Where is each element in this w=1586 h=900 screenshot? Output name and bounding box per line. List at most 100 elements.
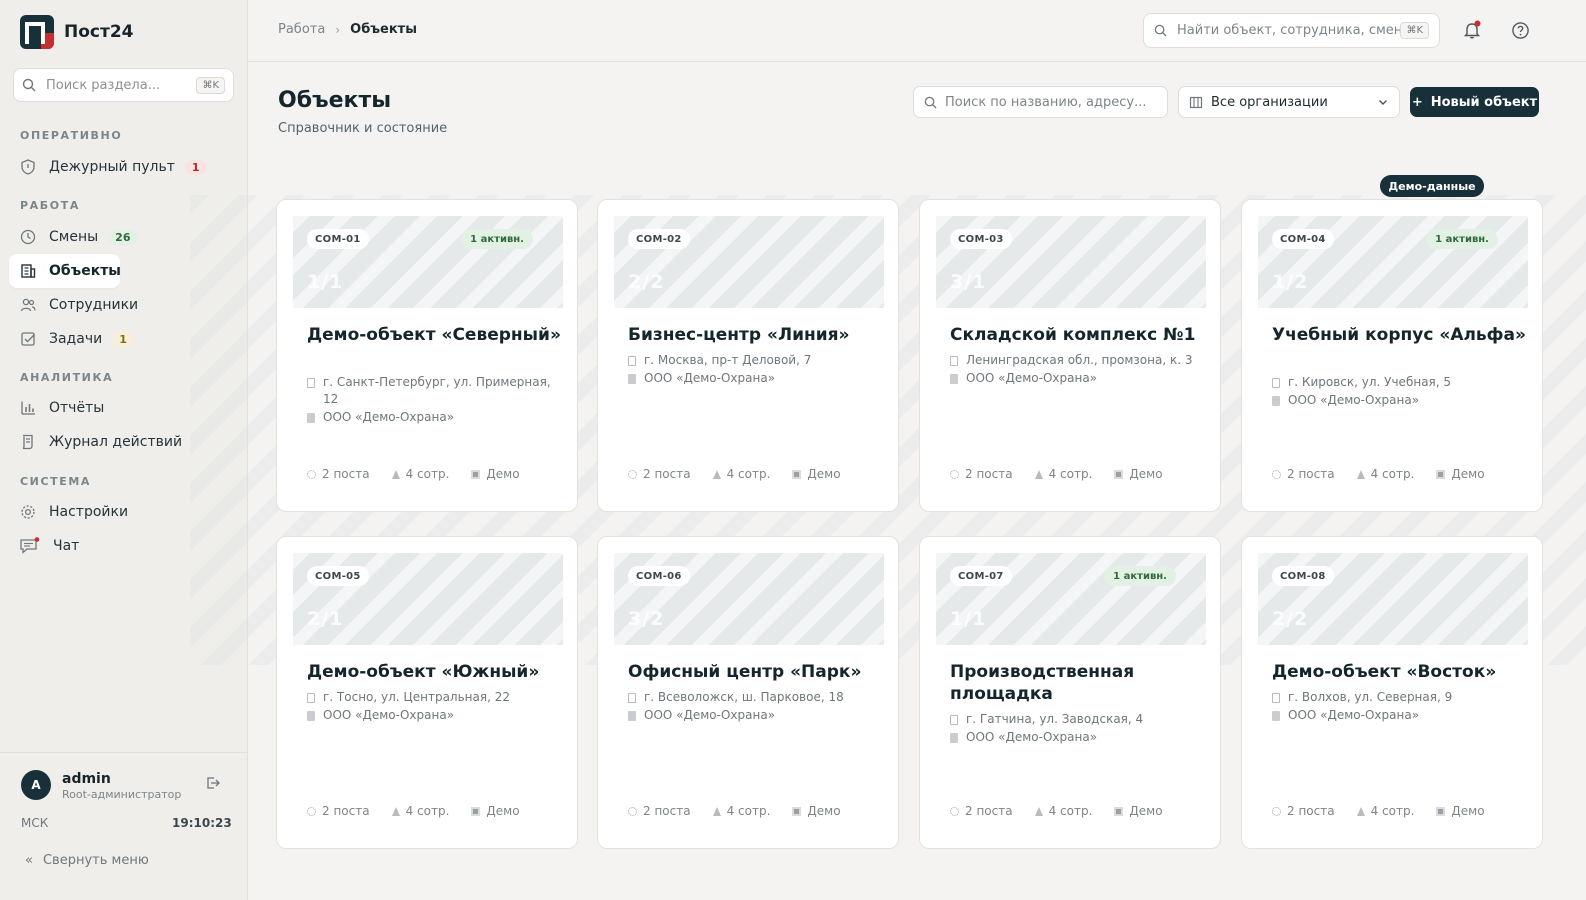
object-card[interactable]: COM-04 1 активн. 1/2 Учебный корпус «Аль… (1241, 199, 1543, 512)
object-address: г. Санкт-Петербург, ул. Примерная, 12 (307, 374, 569, 408)
sidebar-item-label: Дежурный пульт (49, 159, 175, 175)
search-icon (1154, 24, 1167, 37)
object-card[interactable]: COM-02 2/2 Бизнес-центр «Линия» г. Москв… (597, 199, 899, 512)
posts-count: 2 поста (950, 467, 1013, 481)
object-organization: ООО «Демо-Охрана» (307, 707, 569, 724)
object-address: г. Москва, пр-т Деловой, 7 (628, 352, 890, 369)
staff-count: 4 сотр. (391, 467, 449, 481)
person-icon (1356, 469, 1365, 479)
section-title-work: РАБОТА (20, 199, 80, 212)
object-card[interactable]: COM-08 2/2 Демо-объект «Восток» г. Волхо… (1241, 536, 1543, 849)
demo-tag: Демо (792, 804, 841, 818)
posts-count: 2 поста (1272, 467, 1335, 481)
brand[interactable]: Пост24 (20, 15, 134, 49)
object-code: COM-04 (1272, 229, 1334, 249)
organization-icon (307, 711, 315, 721)
object-title[interactable]: Складской комплекс №1 (950, 324, 1212, 346)
object-address: г. Тосно, ул. Центральная, 22 (307, 689, 569, 706)
posts-count: 2 поста (628, 467, 691, 481)
posts-ratio: 1/1 (307, 271, 344, 293)
tag-icon (792, 469, 802, 479)
object-title[interactable]: Учебный корпус «Альфа» (1272, 324, 1534, 346)
person-icon (712, 469, 721, 479)
staff-count: 4 сотр. (1034, 467, 1092, 481)
demo-tag: Демо (1436, 467, 1485, 481)
breadcrumb-work[interactable]: Работа (278, 22, 325, 37)
organization-icon (1272, 711, 1280, 721)
bell-icon[interactable] (1462, 20, 1482, 40)
sidebar-item-label: Журнал действий (49, 434, 183, 450)
building-icon (1189, 96, 1203, 109)
sidebar-search-input[interactable]: Поиск раздела... ⌘K (13, 68, 234, 102)
location-icon (1272, 693, 1280, 703)
bar-chart-icon (21, 401, 35, 415)
object-card[interactable]: COM-05 2/1 Демо-объект «Южный» г. Тосно,… (276, 536, 578, 849)
active-badge: 1 активн. (1426, 229, 1498, 249)
sidebar-item-label: Чат (53, 538, 80, 554)
search-icon (22, 78, 36, 92)
object-stats: 2 поста 4 сотр. Демо (1272, 804, 1485, 818)
demo-tag: Демо (1114, 467, 1163, 481)
object-card[interactable]: COM-06 3/2 Офисный центр «Парк» г. Всево… (597, 536, 899, 849)
sidebar-item-tasks[interactable]: Задачи 1 (9, 322, 209, 356)
object-title[interactable]: Бизнес-центр «Линия» (628, 324, 890, 346)
staff-count: 4 сотр. (1356, 804, 1414, 818)
object-title[interactable]: Демо-объект «Северный» (307, 324, 569, 346)
sidebar-item-chat[interactable]: Чат (9, 529, 209, 563)
demo-tag: Демо (471, 467, 520, 481)
sidebar-search-placeholder: Поиск раздела... (46, 77, 161, 93)
help-icon[interactable] (1511, 21, 1530, 40)
sidebar-item-duty-console[interactable]: Дежурный пульт 1 (9, 150, 209, 184)
object-address: Ленинградская обл., промзона, к. 3 (950, 352, 1212, 369)
posts-ratio: 3/1 (950, 271, 987, 293)
active-badge: 1 активн. (461, 229, 533, 249)
object-code: COM-08 (1272, 566, 1334, 586)
sidebar-item-objects[interactable]: Объекты (9, 254, 121, 288)
sidebar-item-label: Задачи (49, 331, 103, 347)
breadcrumb: Работа › Объекты (278, 22, 417, 37)
timezone-label: МСК (21, 816, 49, 830)
collapse-label: Свернуть меню (42, 853, 149, 868)
object-title[interactable]: Офисный центр «Парк» (628, 661, 890, 683)
object-card[interactable]: COM-03 3/1 Складской комплекс №1 Ленингр… (919, 199, 1221, 512)
object-code: COM-03 (950, 229, 1012, 249)
object-title[interactable]: Производственная площадка (950, 661, 1212, 705)
collapse-menu-button[interactable]: « Свернуть меню (25, 853, 149, 868)
object-stats: 2 поста 4 сотр. Демо (950, 467, 1163, 481)
object-address: г. Волхов, ул. Северная, 9 (1272, 689, 1534, 706)
posts-icon (307, 469, 316, 479)
sidebar-item-shifts[interactable]: Смены 26 (9, 220, 209, 254)
sidebar-item-employees[interactable]: Сотрудники (9, 288, 209, 322)
global-search-input[interactable]: Найти объект, сотрудника, смену ⌘K (1143, 13, 1440, 48)
logout-icon[interactable] (205, 775, 221, 791)
object-title[interactable]: Демо-объект «Восток» (1272, 661, 1534, 683)
new-object-button[interactable]: + Новый объект (1410, 87, 1539, 117)
sidebar-item-reports[interactable]: Отчёты (9, 391, 209, 425)
posts-icon (950, 469, 959, 479)
sidebar-item-settings[interactable]: Настройки (9, 495, 209, 529)
object-title[interactable]: Демо-объект «Южный» (307, 661, 569, 683)
posts-icon (1272, 806, 1281, 816)
chevron-down-icon (1379, 100, 1387, 105)
objects-search-input[interactable]: Поиск по названию, адресу... (913, 86, 1168, 118)
object-card[interactable]: COM-07 1 активн. 1/1 Производственная пл… (919, 536, 1221, 849)
tag-icon (471, 806, 481, 816)
user-name: admin (62, 771, 111, 787)
object-card[interactable]: COM-01 1 активн. 1/1 Демо-объект «Северн… (276, 199, 578, 512)
shortcut-hint: ⌘K (1400, 22, 1429, 39)
staff-count: 4 сотр. (391, 804, 449, 818)
posts-icon (628, 806, 637, 816)
avatar[interactable]: A (21, 770, 51, 800)
checkbox-icon (21, 332, 35, 346)
section-title-system: СИСТЕМА (20, 475, 92, 488)
sidebar: Пост24 Поиск раздела... ⌘K ОПЕРАТИВНО Де… (0, 0, 248, 900)
section-title-analytics: АНАЛИТИКА (20, 371, 114, 384)
organization-select[interactable]: Все организации (1178, 86, 1400, 118)
sidebar-item-audit-log[interactable]: Журнал действий (9, 425, 209, 459)
object-organization: ООО «Демо-Охрана» (950, 729, 1212, 746)
page-title: Объекты (278, 88, 392, 113)
person-icon (391, 469, 400, 479)
location-icon (628, 693, 636, 703)
person-icon (712, 806, 721, 816)
demo-tag: Демо (792, 467, 841, 481)
